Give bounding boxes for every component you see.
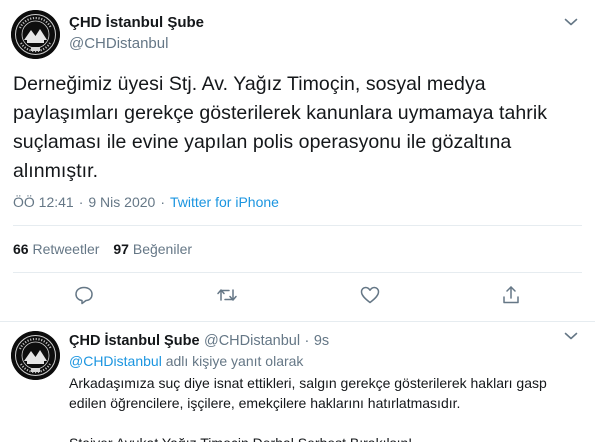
reply-icon (75, 286, 93, 305)
replying-to: @CHDistanbul adlı kişiye yanıt olarak (69, 353, 303, 369)
chevron-down-icon (564, 18, 578, 26)
tweet-stats: 66 Retweetler 97 Beğeniler (13, 241, 192, 257)
likes-label: Beğeniler (132, 241, 193, 257)
author-display-name[interactable]: ÇHD İstanbul Şube (69, 14, 204, 31)
heart-icon (360, 286, 380, 304)
avatar[interactable] (11, 331, 60, 380)
like-button[interactable] (359, 284, 381, 306)
tweet-date[interactable]: 9 Nis 2020 (88, 194, 155, 210)
replying-to-handle-link[interactable]: @CHDistanbul (69, 353, 162, 369)
meta-separator: · (304, 333, 310, 349)
tweet-time-ago[interactable]: 9s (314, 333, 329, 349)
author-handle[interactable]: @CHDistanbul (69, 35, 168, 52)
meta-separator: · (160, 194, 165, 210)
avatar[interactable] (11, 10, 60, 59)
share-icon (503, 286, 519, 304)
meta-separator: · (78, 194, 84, 210)
tweet-time[interactable]: ÖÖ 12:41 (13, 194, 74, 210)
more-options-button[interactable] (561, 326, 581, 346)
reply-text-paragraph: Arkadaşımıza suç diye isnat ettikleri, s… (69, 375, 547, 411)
reply-header: ÇHD İstanbul Şube @CHDistanbul · 9s (69, 332, 329, 350)
replying-to-label: adlı kişiye yanıt olarak (165, 353, 304, 369)
more-options-button[interactable] (561, 12, 581, 32)
reply-text-paragraph: Stajyer Avukat Yağız Timoçin Derhal Serb… (69, 433, 584, 442)
tweet-actions (0, 284, 595, 308)
retweets-count: 66 (13, 241, 29, 257)
tweet-source-link[interactable]: Twitter for iPhone (170, 194, 279, 210)
retweet-button[interactable] (216, 284, 238, 306)
main-tweet: ÇHD İstanbul Şube @CHDistanbul Derneğimi… (0, 0, 595, 322)
reply-tweet-text: Arkadaşımıza suç diye isnat ettikleri, s… (69, 373, 584, 442)
divider (13, 225, 582, 226)
retweets-stat[interactable]: 66 Retweetler (13, 241, 99, 257)
chd-logo-icon (11, 331, 60, 380)
author-handle[interactable]: @CHDistanbul (204, 333, 300, 349)
reply-button[interactable] (73, 284, 95, 306)
tweet-text: Derneğimiz üyesi Stj. Av. Yağız Timoçin,… (13, 73, 548, 182)
likes-count: 97 (113, 241, 129, 257)
author-display-name[interactable]: ÇHD İstanbul Şube (69, 333, 200, 349)
tweet-meta: ÖÖ 12:41 · 9 Nis 2020 · Twitter for iPhone (13, 194, 279, 210)
likes-stat[interactable]: 97 Beğeniler (113, 241, 192, 257)
retweets-label: Retweetler (32, 241, 100, 257)
chevron-down-icon (564, 332, 578, 340)
share-button[interactable] (500, 284, 522, 306)
tweet-separator (0, 321, 595, 322)
chd-logo-icon (11, 10, 60, 59)
retweet-icon (217, 289, 237, 301)
divider (13, 272, 582, 273)
